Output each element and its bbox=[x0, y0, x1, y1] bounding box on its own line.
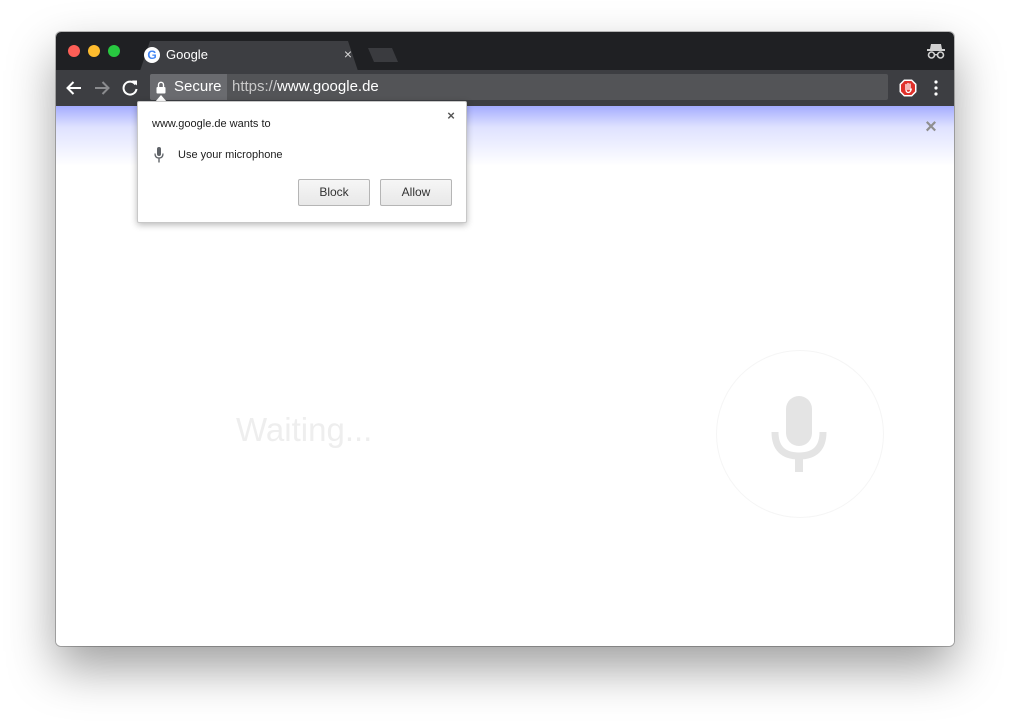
favicon-letter: G bbox=[147, 48, 157, 62]
block-button[interactable]: Block bbox=[298, 179, 370, 206]
permission-label: Use your microphone bbox=[178, 149, 283, 161]
voice-status-text: Waiting... bbox=[236, 411, 373, 448]
secure-label: Secure bbox=[174, 78, 222, 95]
title-bar: G Google × bbox=[56, 32, 954, 71]
new-tab-button[interactable] bbox=[368, 48, 398, 62]
back-arrow-icon[interactable] bbox=[64, 78, 84, 98]
tab-title: Google bbox=[166, 47, 208, 62]
microphone-icon bbox=[771, 396, 827, 472]
address-bar[interactable]: Secure https://www.google.de bbox=[150, 74, 888, 100]
url-host: www.google.de bbox=[277, 78, 379, 95]
menu-dots-icon[interactable] bbox=[928, 78, 944, 98]
permission-popup: www.google.de wants to × Use your microp… bbox=[137, 101, 467, 223]
forward-arrow-icon[interactable] bbox=[92, 78, 112, 98]
close-window-button[interactable] bbox=[68, 45, 80, 57]
adblock-extension-icon[interactable] bbox=[898, 78, 918, 98]
url-text[interactable]: https://www.google.de bbox=[232, 78, 379, 96]
microphone-icon bbox=[154, 147, 164, 163]
google-favicon-icon: G bbox=[144, 47, 160, 63]
voice-search-close-button[interactable]: × bbox=[920, 116, 942, 138]
reload-icon[interactable] bbox=[120, 78, 140, 98]
lock-icon bbox=[156, 81, 166, 94]
url-scheme: https:// bbox=[232, 78, 278, 95]
zoom-window-button[interactable] bbox=[108, 45, 120, 57]
minimize-window-button[interactable] bbox=[88, 45, 100, 57]
allow-button[interactable]: Allow bbox=[380, 179, 452, 206]
popup-close-button[interactable]: × bbox=[443, 108, 459, 124]
tab-close-button[interactable]: × bbox=[340, 46, 356, 62]
incognito-icon bbox=[927, 44, 945, 59]
popup-title: www.google.de wants to bbox=[152, 118, 271, 130]
